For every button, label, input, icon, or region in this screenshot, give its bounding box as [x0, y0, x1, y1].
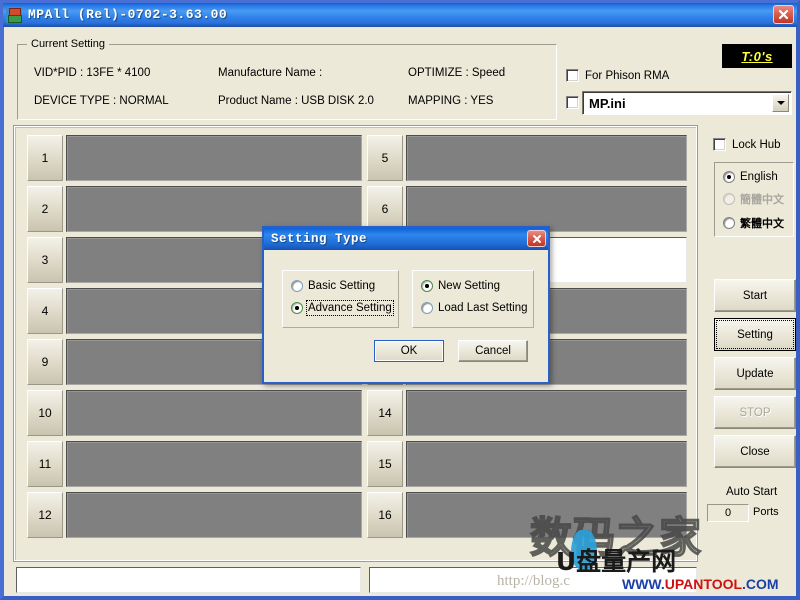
port-slot-number: 10 [27, 390, 63, 436]
port-slot-number: 15 [367, 441, 403, 487]
radio-icon[interactable] [421, 302, 433, 314]
timer-value: T:0's [741, 48, 773, 64]
for-phison-rma-label: For Phison RMA [585, 69, 670, 82]
dialog-right-option-label: Load Last Setting [438, 302, 528, 314]
port-slot-status [406, 492, 687, 538]
auto-start-label: Auto Start [726, 486, 778, 498]
port-slot[interactable]: 5 [367, 135, 687, 181]
ports-label: Ports [753, 506, 779, 518]
sidebar-button-stop: STOP [714, 396, 796, 429]
language-option-1: 簡體中文 [723, 191, 784, 207]
dialog-right-option-label: New Setting [438, 280, 501, 292]
app-icon [6, 6, 22, 23]
language-option-label: 繁體中文 [740, 217, 784, 230]
port-slot[interactable]: 14 [367, 390, 687, 436]
sidebar-button-start[interactable]: Start [714, 279, 796, 312]
port-slot-status [66, 492, 362, 538]
dialog-left-option-0[interactable]: Basic Setting [291, 280, 392, 292]
port-slot-number: 14 [367, 390, 403, 436]
app-window: MPAll (Rel)-0702-3.63.00 Current Setting… [0, 0, 800, 600]
dialog-close-icon[interactable] [527, 230, 546, 247]
title-bar[interactable]: MPAll (Rel)-0702-3.63.00 [3, 3, 797, 27]
port-slot-number: 1 [27, 135, 63, 181]
radio-icon[interactable] [723, 171, 735, 183]
manufacture-name-label: Manufacture Name : [218, 67, 323, 79]
port-slot-number: 16 [367, 492, 403, 538]
port-slot[interactable]: 11 [27, 441, 362, 487]
ini-file-combobox[interactable]: MP.ini [582, 91, 792, 115]
status-bar-left [16, 567, 361, 593]
optimize-label: OPTIMIZE : Speed [408, 67, 506, 79]
dialog-left-option-label: Advance Setting [306, 300, 394, 316]
radio-icon [723, 193, 735, 205]
port-slot[interactable]: 1 [27, 135, 362, 181]
port-slot-status [66, 135, 362, 181]
chevron-down-icon[interactable] [772, 94, 789, 112]
radio-dot [295, 306, 299, 310]
lock-hub-checkbox[interactable] [713, 138, 726, 151]
close-glyph [778, 9, 789, 20]
setting-type-dialog: Setting Type Basic Setting Advance Settin… [262, 226, 550, 384]
language-option-0[interactable]: English [723, 171, 784, 183]
port-slot-number: 11 [27, 441, 63, 487]
window-title: MPAll (Rel)-0702-3.63.00 [28, 7, 228, 22]
port-slot-status [406, 135, 687, 181]
dialog-left-option-label: Basic Setting [308, 280, 376, 292]
port-slot-status [406, 441, 687, 487]
ini-enable-checkbox[interactable] [566, 96, 579, 109]
dialog-right-option-0[interactable]: New Setting [421, 280, 528, 292]
dialog-right-group: New Setting Load Last Setting [412, 270, 534, 328]
for-phison-rma-checkbox[interactable] [566, 69, 579, 82]
dialog-left-group: Basic Setting Advance Setting [282, 270, 399, 328]
current-setting-group: Current Setting VID*PID : 13FE * 4100 DE… [17, 38, 557, 120]
vid-pid-label: VID*PID : 13FE * 4100 [34, 67, 151, 79]
port-slot[interactable]: 16 [367, 492, 687, 538]
port-slot-number: 4 [27, 288, 63, 334]
ini-file-value: MP.ini [589, 95, 626, 111]
port-slot-number: 12 [27, 492, 63, 538]
sidebar-button-setting[interactable]: Setting [714, 318, 796, 351]
radio-dot [425, 284, 429, 288]
current-setting-title: Current Setting [27, 38, 109, 50]
dialog-title: Setting Type [271, 232, 368, 246]
port-slot-status [66, 390, 362, 436]
dialog-title-bar[interactable]: Setting Type [264, 228, 548, 250]
radio-icon[interactable] [291, 302, 303, 314]
for-phison-rma-row[interactable]: For Phison RMA [566, 69, 669, 82]
lock-hub-row[interactable]: Lock Hub [713, 138, 781, 151]
watermark-com: .COM [742, 576, 779, 592]
product-name-label: Product Name : USB DISK 2.0 [218, 95, 374, 107]
radio-icon[interactable] [291, 280, 303, 292]
device-type-label: DEVICE TYPE : NORMAL [34, 95, 169, 107]
status-bar-right [369, 567, 697, 593]
dialog-left-option-1[interactable]: Advance Setting [291, 300, 394, 316]
language-group: English 簡體中文繁體中文 [714, 162, 794, 237]
dialog-right-option-1[interactable]: Load Last Setting [421, 302, 528, 314]
dialog-close-glyph [532, 234, 541, 243]
timer-display: T:0's [722, 44, 792, 68]
port-slot-number: 3 [27, 237, 63, 283]
radio-icon[interactable] [723, 217, 735, 229]
port-slot-number: 5 [367, 135, 403, 181]
port-slot-status [406, 390, 687, 436]
radio-icon[interactable] [421, 280, 433, 292]
dialog-cancel-button[interactable]: Cancel [458, 340, 528, 362]
language-option-2[interactable]: 繁體中文 [723, 215, 784, 231]
port-slot-number: 9 [27, 339, 63, 385]
dialog-ok-button[interactable]: OK [374, 340, 444, 362]
port-slot[interactable]: 12 [27, 492, 362, 538]
port-slot[interactable]: 10 [27, 390, 362, 436]
close-icon[interactable] [773, 5, 794, 24]
port-slot-status [66, 441, 362, 487]
language-option-label: English [740, 171, 778, 183]
sidebar-button-update[interactable]: Update [714, 357, 796, 390]
mapping-label: MAPPING : YES [408, 95, 494, 107]
port-slot[interactable]: 15 [367, 441, 687, 487]
auto-start-value-field[interactable]: 0 [707, 504, 749, 522]
port-slot-number: 2 [27, 186, 63, 232]
lock-hub-label: Lock Hub [732, 138, 781, 151]
language-option-label: 簡體中文 [740, 193, 784, 206]
sidebar-button-close[interactable]: Close [714, 435, 796, 468]
